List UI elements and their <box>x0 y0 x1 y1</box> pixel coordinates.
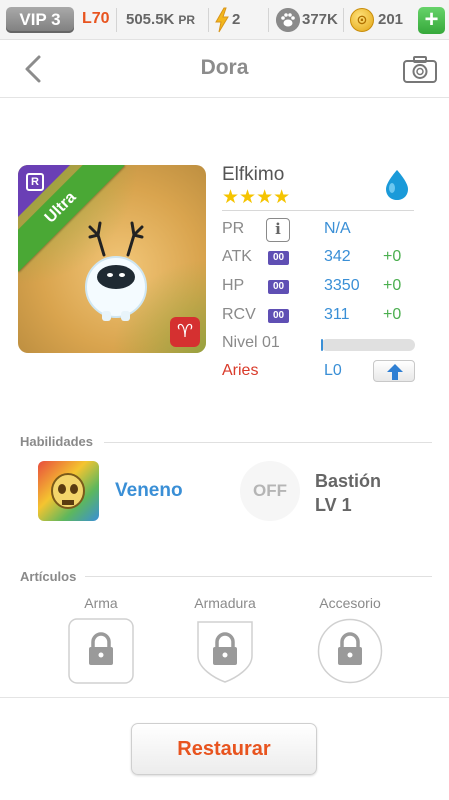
paw-count: 377K <box>302 11 338 28</box>
footer-bar: Restaurar <box>0 697 449 800</box>
divider <box>208 8 209 32</box>
pet-name: Elfkimo <box>222 164 285 185</box>
power-rating: 505.5K PR <box>126 11 195 28</box>
camera-icon[interactable] <box>402 54 438 84</box>
pet-image <box>85 221 147 321</box>
water-element-icon[interactable] <box>382 168 412 202</box>
power-rating-suffix: PR <box>178 13 196 27</box>
star-rating: ★★★★ <box>222 187 291 208</box>
resource-bar: VIP 3 L70 505.5K PR 2 377K ⊙ 201 + <box>0 0 449 40</box>
sign-row: Aries L0 <box>222 360 422 384</box>
skill-off-label: OFF <box>253 481 287 500</box>
atk-tag: 00 <box>268 251 289 265</box>
pr-label: PR <box>222 220 245 237</box>
rank-icon: R <box>26 173 44 191</box>
hp-value: 3350 <box>324 277 360 294</box>
coin-count: 201 <box>378 11 404 28</box>
armor-slot[interactable] <box>192 618 258 684</box>
rcv-row: RCV 00 311 +0 <box>222 304 422 328</box>
level-row: Nivel 01 <box>222 332 422 356</box>
armor-slot-label: Armadura <box>194 595 256 611</box>
rcv-label: RCV <box>222 306 256 323</box>
player-level: L70 <box>82 10 110 27</box>
sign-level: L0 <box>324 362 342 379</box>
paw-icon <box>276 8 300 32</box>
items-section-title: Artículos <box>20 569 77 584</box>
restore-button[interactable]: Restaurar <box>131 723 317 775</box>
divider <box>222 210 414 211</box>
skill-name-bastion: Bastión <box>315 471 382 491</box>
aries-sign-icon: ♈ <box>170 317 200 347</box>
energy-bolt-icon <box>215 7 229 33</box>
pr-row: PR i N/A <box>222 218 422 242</box>
hp-tag: 00 <box>268 280 289 294</box>
accessory-slot-label: Accesorio <box>319 595 381 611</box>
sign-label: Aries <box>222 362 259 379</box>
rcv-tag: 00 <box>268 309 289 323</box>
energy-count: 2 <box>232 11 241 28</box>
divider <box>85 576 432 577</box>
rank-corner <box>18 165 70 217</box>
info-icon[interactable]: i <box>266 218 290 242</box>
atk-bonus: +0 <box>383 248 402 265</box>
upgrade-sign-button[interactable] <box>373 360 415 382</box>
divider <box>104 442 432 443</box>
xp-progress-fill <box>321 339 323 351</box>
accessory-slot[interactable] <box>317 618 383 684</box>
divider <box>116 8 117 32</box>
level-label: Nivel 01 <box>222 334 280 351</box>
page-header: Dora <box>0 40 449 98</box>
atk-value: 342 <box>324 248 351 265</box>
divider <box>343 8 344 32</box>
page-title: Dora <box>200 56 249 79</box>
weapon-slot[interactable] <box>68 618 134 684</box>
skill-level-bastion: LV 1 <box>315 495 352 515</box>
hp-label: HP <box>222 277 245 294</box>
rcv-bonus: +0 <box>383 306 402 323</box>
pet-portrait-card[interactable]: Ultra R ♈ <box>18 165 206 353</box>
power-rating-value: 505.5K <box>126 11 175 28</box>
rcv-value: 311 <box>324 306 350 323</box>
weapon-slot-label: Arma <box>84 595 118 611</box>
bastion-skill-icon[interactable]: OFF <box>240 461 300 521</box>
atk-row: ATK 00 342 +0 <box>222 246 422 270</box>
xp-progress-bar <box>321 339 415 351</box>
hp-row: HP 00 3350 +0 <box>222 275 422 299</box>
add-currency-button[interactable]: + <box>418 7 445 34</box>
skills-section-title: Habilidades <box>20 434 93 449</box>
hp-bonus: +0 <box>383 277 402 294</box>
up-arrow-icon <box>387 364 403 380</box>
skull-icon <box>51 473 85 509</box>
skill-name-veneno: Veneno <box>115 480 183 501</box>
pr-value: N/A <box>324 220 351 237</box>
divider <box>268 8 269 32</box>
vip-badge[interactable]: VIP 3 <box>6 7 74 33</box>
atk-label: ATK <box>222 248 252 265</box>
coin-icon: ⊙ <box>350 8 374 32</box>
poison-skill-icon[interactable] <box>38 461 99 521</box>
